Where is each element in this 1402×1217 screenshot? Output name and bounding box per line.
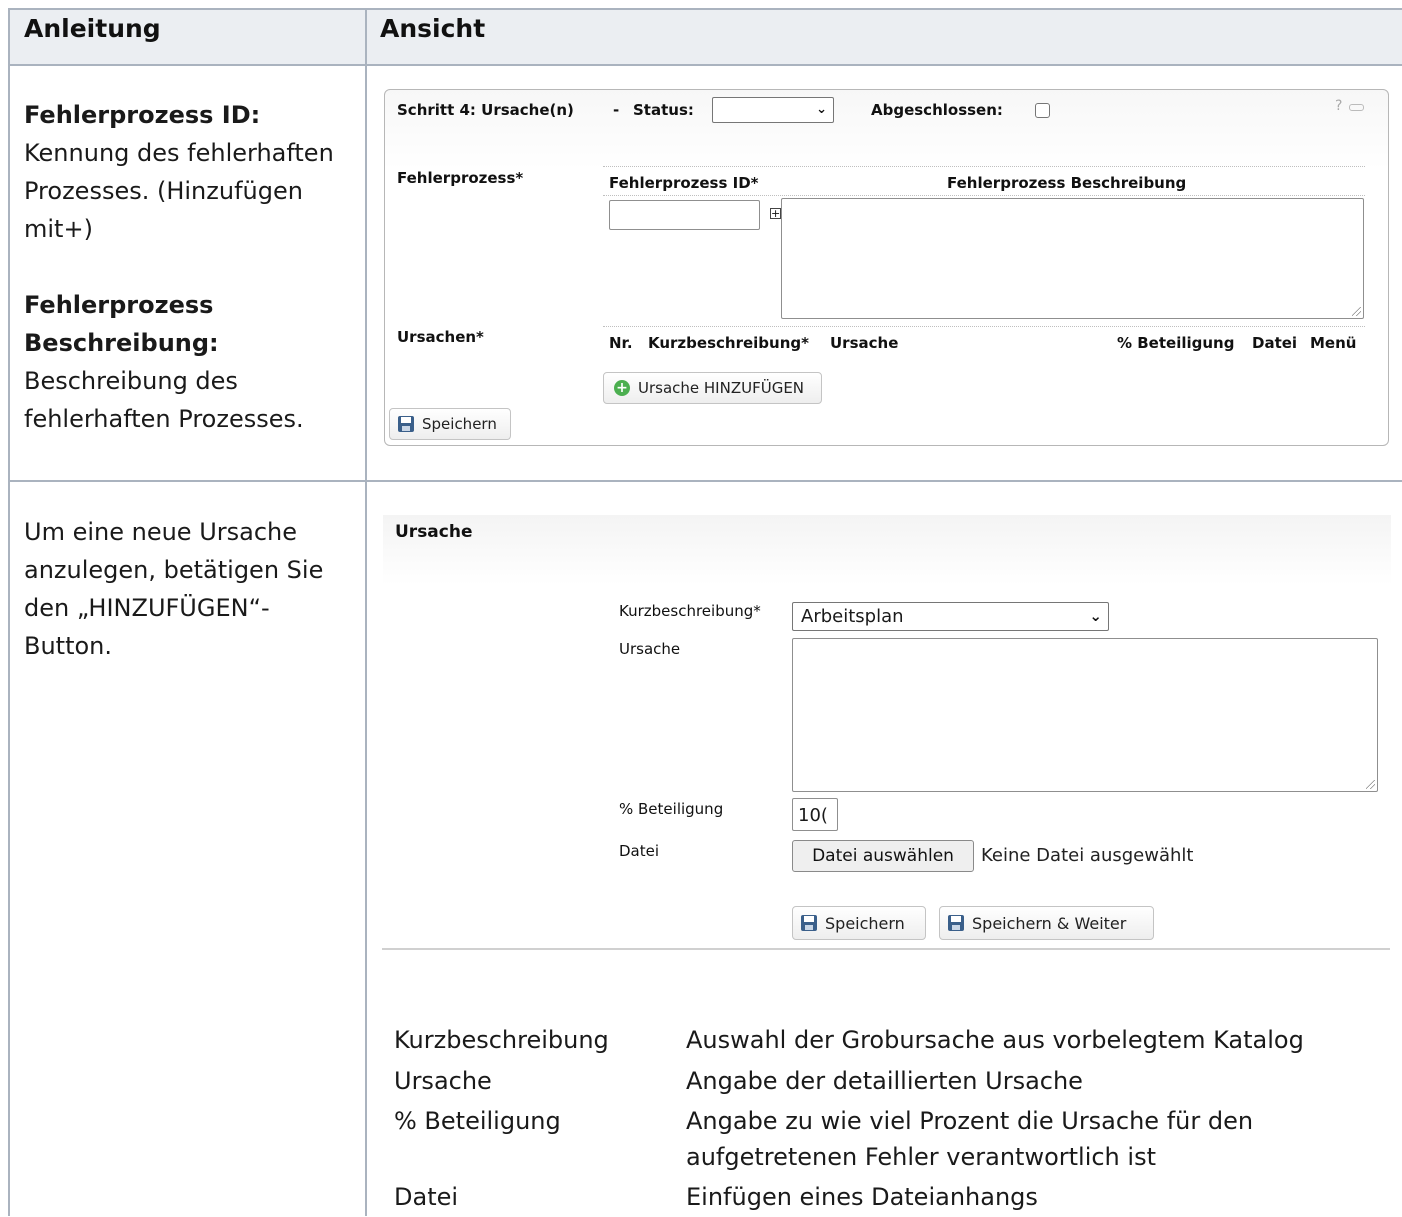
divider	[603, 195, 1365, 196]
file-status-text: Keine Datei ausgewählt	[981, 845, 1194, 866]
beteiligung-input[interactable]: 10(	[792, 798, 838, 831]
cause-dialog-header	[383, 515, 1391, 585]
column-header-ursache: Ursache	[830, 334, 899, 352]
save-disk-icon	[801, 915, 817, 931]
instruction-line: anzulegen, betätigen Sie	[24, 556, 324, 584]
desc-term: % Beteiligung	[394, 1107, 561, 1135]
desc-term: Ursache	[394, 1067, 492, 1095]
add-circle-icon: +	[614, 380, 630, 396]
dialog-title: Ursache	[395, 522, 473, 542]
column-header-beteiligung: % Beteiligung	[1117, 334, 1235, 352]
instruction-line: Button.	[24, 632, 113, 660]
divider	[603, 326, 1365, 327]
chevron-down-icon: ⌄	[1089, 606, 1102, 625]
heading-fehlerprozess-beschreibung: Beschreibung:	[24, 329, 219, 357]
dialog-save-button[interactable]: Speichern	[792, 906, 926, 940]
title-separator: -	[613, 101, 620, 119]
desc-term: Datei	[394, 1183, 459, 1211]
heading-fehlerprozess-id: Fehlerprozess ID:	[24, 101, 261, 129]
header-anleitung: Anleitung	[24, 14, 161, 43]
kurzbeschreibung-select[interactable]: Arbeitsplan ⌄	[792, 602, 1109, 631]
dialog-save-next-button[interactable]: Speichern & Weiter	[939, 906, 1154, 940]
heading-fehlerprozess-beschreibung: Fehlerprozess	[24, 291, 214, 319]
panel-title: Schritt 4: Ursache(n)	[397, 101, 574, 119]
save-disk-icon	[948, 915, 964, 931]
resize-grip-icon[interactable]	[1366, 780, 1375, 789]
instruction-line: den „HINZUFÜGEN“-	[24, 594, 270, 622]
instruction-line: fehlerhaften Prozesses.	[24, 405, 304, 433]
add-plus-icon[interactable]: +	[770, 208, 781, 219]
instruction-line: Kennung des fehlerhaften	[24, 139, 334, 167]
instruction-line: Um eine neue Ursache	[24, 518, 298, 546]
column-header-id: Fehlerprozess ID*	[609, 174, 759, 192]
table-column-divider	[365, 8, 367, 1216]
desc-definition: aufgetretenen Fehler verantwortlich ist	[686, 1143, 1156, 1171]
table-border-left	[8, 8, 10, 1216]
add-cause-button[interactable]: + Ursache HINZUFÜGEN	[603, 372, 822, 404]
fehlerprozess-id-input[interactable]	[609, 200, 760, 230]
ursache-label: Ursache	[619, 640, 681, 658]
beteiligung-label: % Beteiligung	[619, 800, 724, 818]
table-divider	[8, 480, 1402, 482]
column-header-datei: Datei	[1252, 334, 1298, 352]
header-ansicht: Ansicht	[380, 14, 486, 43]
table-header-row	[10, 10, 1402, 64]
resize-grip-icon[interactable]	[1352, 307, 1361, 316]
instruction-line: Beschreibung des	[24, 367, 238, 395]
column-header-menu: Menü	[1310, 334, 1357, 352]
save-disk-icon	[398, 416, 414, 432]
table-divider	[8, 64, 1402, 66]
dialog-bottom-border	[382, 948, 1390, 950]
desc-definition: Einfügen eines Dateianhangs	[686, 1183, 1038, 1211]
ursache-textarea[interactable]	[792, 638, 1378, 792]
status-select[interactable]: ⌄	[712, 97, 834, 123]
choose-file-button[interactable]: Datei auswählen	[792, 840, 974, 872]
desc-definition: Angabe zu wie viel Prozent die Ursache f…	[686, 1107, 1254, 1135]
fehlerprozess-description-textarea[interactable]	[781, 198, 1364, 319]
closed-label: Abgeschlossen:	[871, 101, 1003, 119]
instruction-line: Prozesses. (Hinzufügen	[24, 177, 303, 205]
ursachen-label: Ursachen*	[397, 328, 484, 346]
desc-definition: Angabe der detaillierten Ursache	[686, 1067, 1083, 1095]
chevron-down-icon: ⌄	[816, 101, 827, 117]
desc-term: Kurzbeschreibung	[394, 1026, 609, 1054]
column-header-description: Fehlerprozess Beschreibung	[947, 174, 1187, 192]
datei-label: Datei	[619, 842, 660, 860]
row1-instructions: Fehlerprozess ID: Kennung des fehlerhaft…	[24, 96, 354, 438]
fehlerprozess-label: Fehlerprozess*	[397, 169, 524, 187]
table-border-top	[8, 8, 1402, 10]
column-header-kurzbeschreibung: Kurzbeschreibung*	[648, 334, 809, 352]
collapse-icon[interactable]	[1349, 104, 1364, 111]
row2-instructions: Um eine neue Ursache anzulegen, betätige…	[24, 513, 354, 665]
step4-panel: Schritt 4: Ursache(n) - Status: ⌄ Abgesc…	[384, 89, 1389, 446]
column-header-nr: Nr.	[609, 334, 633, 352]
status-label: Status:	[633, 101, 694, 119]
instruction-line: mit+)	[24, 215, 93, 243]
help-icon[interactable]: ?	[1335, 98, 1342, 114]
divider	[603, 166, 1365, 167]
save-button[interactable]: Speichern	[389, 408, 511, 440]
desc-definition: Auswahl der Grobursache aus vorbelegtem …	[686, 1026, 1304, 1054]
closed-checkbox[interactable]	[1035, 103, 1050, 118]
kurzbeschreibung-label: Kurzbeschreibung*	[619, 602, 761, 620]
